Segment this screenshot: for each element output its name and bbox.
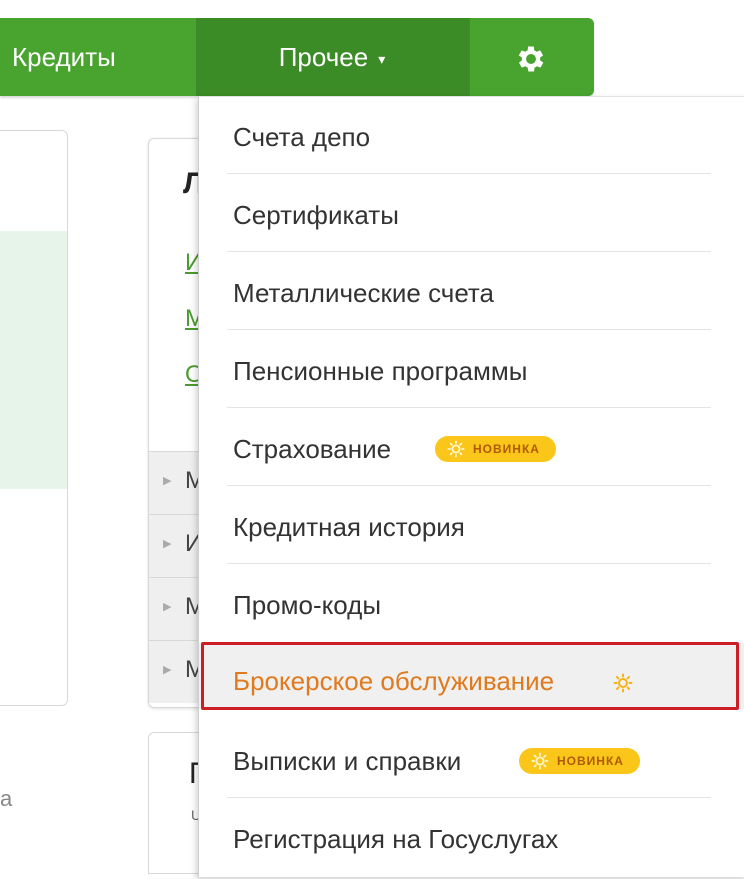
menu-item-label: Регистрация на Госуслугах — [233, 824, 559, 854]
corner-text: а — [0, 786, 13, 811]
menu-item-label: Выписки и справки — [233, 746, 462, 776]
menu-item-label: Пенсионные программы — [233, 356, 528, 386]
menu-item-label: Счета депо — [233, 122, 371, 152]
menu-item-gosuslugi[interactable]: Регистрация на Госуслугах — [199, 799, 744, 876]
menu-item-depo[interactable]: Счета депо — [199, 97, 744, 174]
nav-credits[interactable]: Кредиты — [0, 18, 196, 96]
expand-arrow-icon: ▶ — [163, 601, 172, 613]
menu-item-insurance[interactable]: Страхование НОВИНКА — [199, 409, 744, 486]
menu-divider — [227, 485, 711, 486]
highlight-frame — [201, 642, 739, 710]
new-badge: НОВИНКА — [519, 748, 640, 774]
menu-divider — [227, 797, 711, 798]
menu-item-metal-accounts[interactable]: Металлические счета — [199, 253, 744, 330]
expand-arrow-icon: ▶ — [163, 538, 172, 550]
expand-arrow-icon: ▶ — [163, 475, 172, 487]
new-badge-label: НОВИНКА — [557, 754, 624, 768]
gear-icon — [518, 46, 544, 72]
new-badge-label: НОВИНКА — [473, 442, 540, 456]
menu-item-promo-codes[interactable]: Промо-коды — [199, 565, 744, 642]
menu-item-label: Промо-коды — [233, 590, 382, 620]
expand-arrow-icon: ▶ — [163, 664, 172, 676]
top-nav-bar: Кредиты Прочее ▾ — [0, 18, 594, 96]
sun-icon — [531, 752, 549, 770]
sun-icon — [447, 440, 465, 458]
nav-settings-button[interactable] — [470, 18, 592, 96]
chevron-down-icon: ▾ — [378, 51, 386, 68]
menu-item-label: Металлические счета — [233, 278, 495, 308]
menu-item-pension[interactable]: Пенсионные программы — [199, 331, 744, 408]
menu-item-statements[interactable]: Выписки и справки НОВИНКА — [199, 721, 744, 798]
menu-divider — [227, 329, 711, 330]
other-dropdown-menu: Счета депо Сертификаты Металлические сче… — [198, 96, 744, 877]
menu-divider — [227, 563, 711, 564]
menu-divider — [227, 251, 711, 252]
menu-item-label: Кредитная история — [233, 512, 465, 542]
menu-divider — [227, 173, 711, 174]
menu-item-label: Сертификаты — [233, 200, 399, 230]
nav-other[interactable]: Прочее ▾ — [196, 18, 468, 96]
menu-divider — [227, 407, 711, 408]
menu-item-credit-history[interactable]: Кредитная история — [199, 487, 744, 564]
menu-item-label: Страхование — [233, 434, 392, 464]
new-badge: НОВИНКА — [435, 436, 556, 462]
menu-item-certificates[interactable]: Сертификаты — [199, 175, 744, 252]
nav-other-label: Прочее — [278, 42, 369, 72]
left-panel-highlight — [0, 231, 67, 489]
left-panel — [0, 130, 68, 706]
